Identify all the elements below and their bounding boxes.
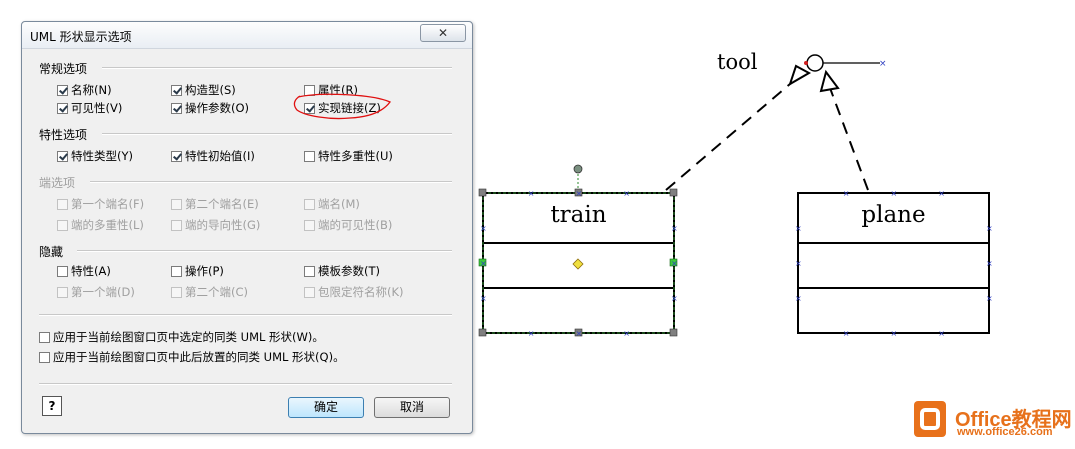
connection-marker: ×: [891, 329, 898, 338]
resize-handle[interactable]: [478, 188, 487, 197]
connection-marker: ×: [623, 189, 630, 198]
resize-handle[interactable]: [669, 328, 678, 337]
class-name-train: train: [550, 202, 607, 228]
connection-marker: ×: [986, 294, 993, 303]
connection-marker: ×: [843, 189, 850, 198]
endpoint-marker: ×: [879, 59, 887, 69]
connection-marker: ×: [623, 329, 630, 338]
connection-marker: ×: [938, 189, 945, 198]
connection-marker: ×: [671, 294, 678, 303]
class-name-plane: plane: [861, 202, 926, 228]
resize-handle[interactable]: [669, 188, 678, 197]
connection-point: [804, 61, 808, 65]
interface-label: tool: [717, 50, 758, 74]
annotation-ellipse: [293, 93, 392, 120]
watermark-url: www.office26.com: [957, 426, 1053, 438]
office-logo-icon: [914, 401, 946, 437]
realization-arrowhead: [819, 69, 840, 93]
connection-marker: ×: [795, 259, 802, 268]
connection-marker: ×: [938, 329, 945, 338]
connection-marker: ×: [891, 189, 898, 198]
realization-line-plane[interactable]: [829, 87, 869, 191]
realization-arrowhead: [788, 64, 812, 87]
connection-marker: ×: [576, 189, 583, 198]
connection-marker: ×: [843, 329, 850, 338]
connection-marker: ×: [528, 189, 535, 198]
resize-handle[interactable]: [478, 328, 487, 337]
connection-marker: ×: [480, 294, 487, 303]
realization-line-train[interactable]: [665, 77, 798, 191]
connection-marker: ×: [480, 259, 487, 268]
interface-circle[interactable]: [806, 54, 824, 72]
connection-marker: ×: [795, 294, 802, 303]
connection-marker: ×: [528, 329, 535, 338]
connection-marker: ×: [986, 259, 993, 268]
connection-marker: ×: [576, 329, 583, 338]
connection-marker: ×: [671, 259, 678, 268]
rotation-handle[interactable]: [573, 164, 583, 174]
